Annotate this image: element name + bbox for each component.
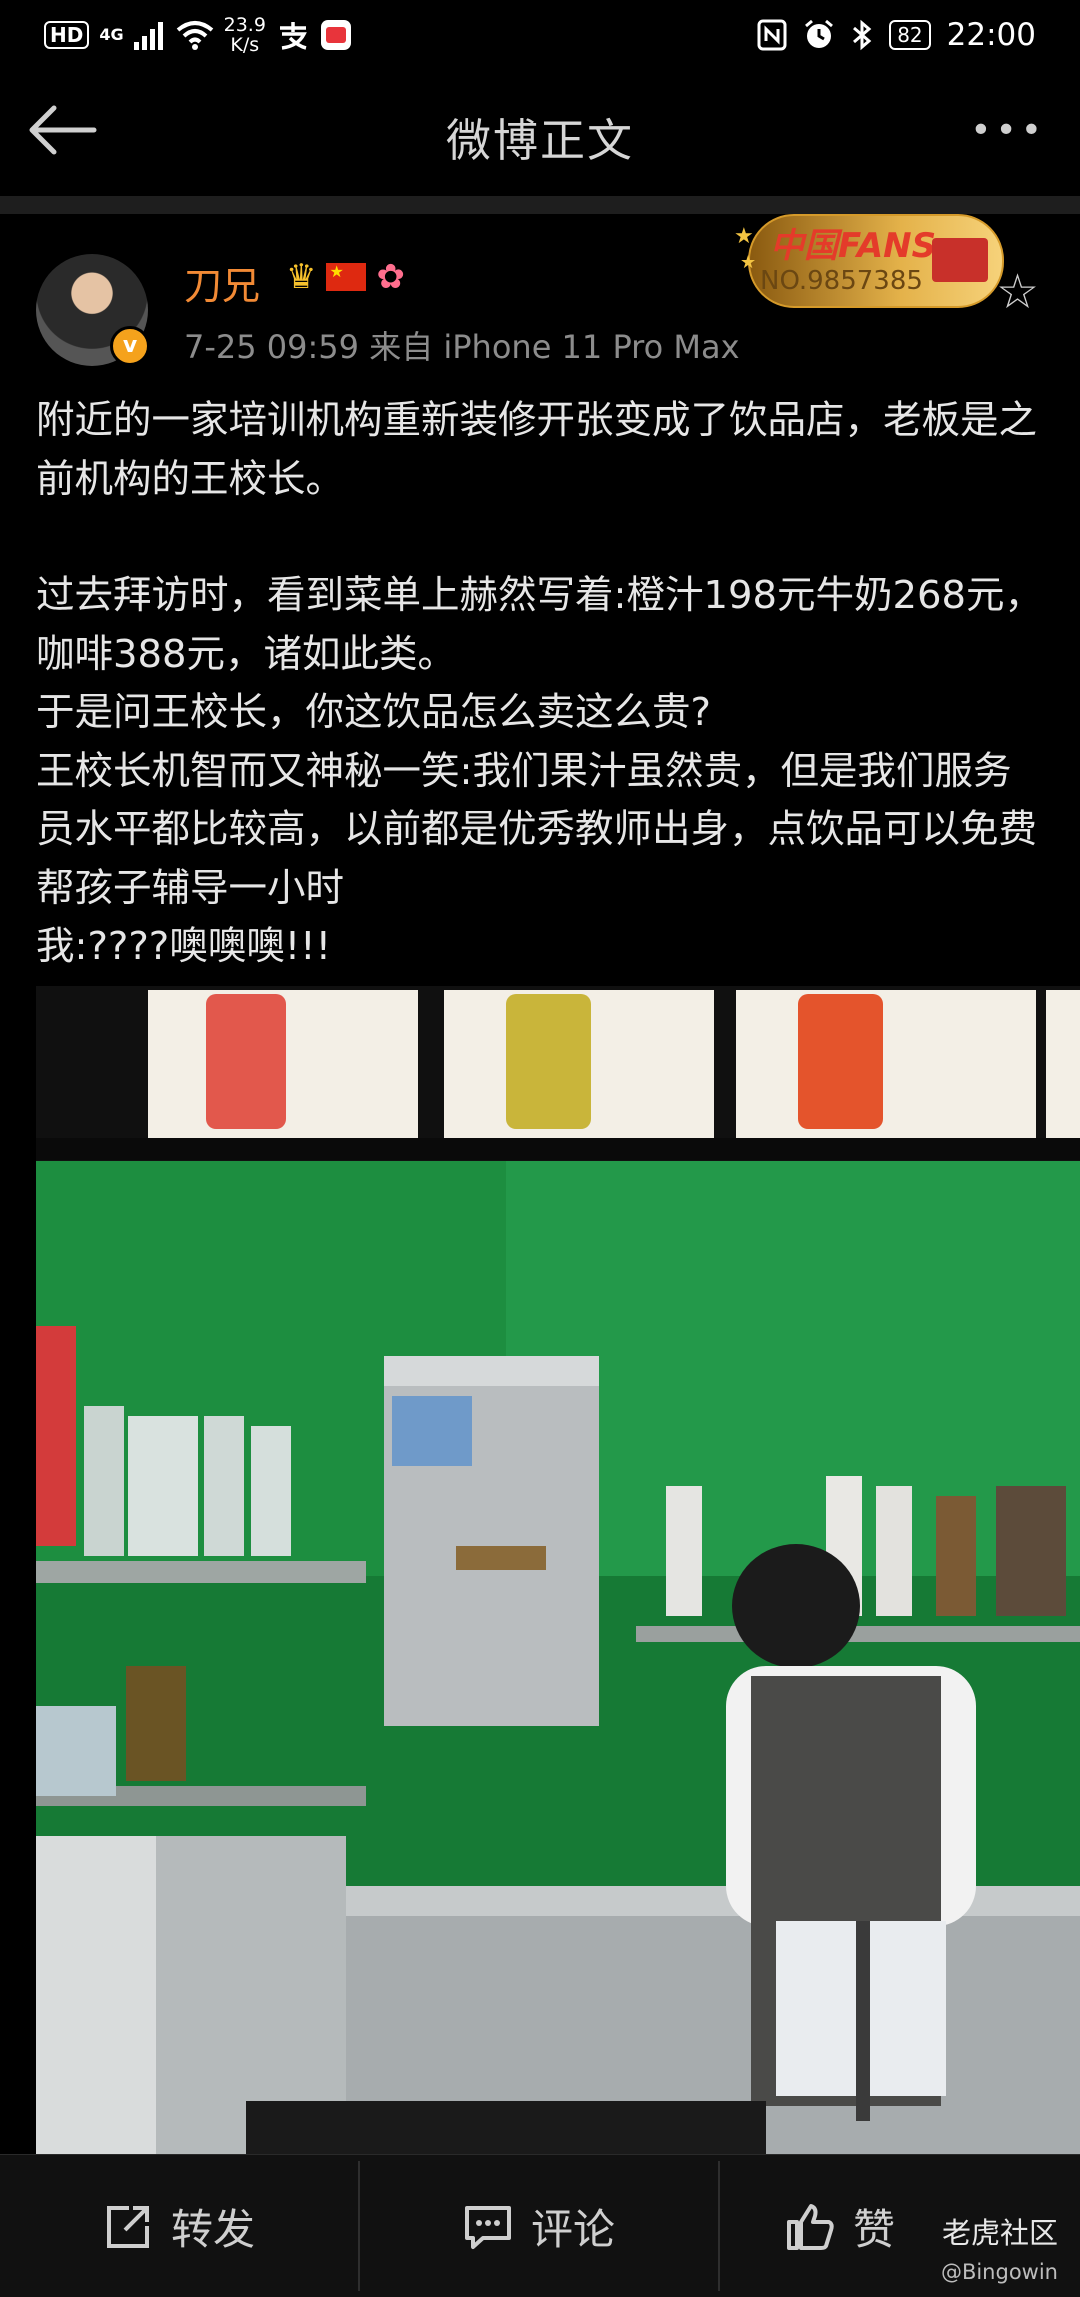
post-paragraph: 附近的一家培训机构重新装修开张变成了饮品店，老板是之前机构的王校长。	[36, 398, 1038, 502]
alarm-icon	[805, 19, 834, 48]
star-icon: ★	[734, 224, 754, 249]
fans-badge-title: 中国FANS	[770, 226, 937, 266]
bluetooth-icon	[853, 19, 872, 51]
post-meta: 7-25 09:59 来自 iPhone 11 Pro Max	[184, 328, 740, 366]
like-icon	[786, 2203, 834, 2250]
post-photo[interactable]	[36, 986, 1080, 2154]
crown-icon[interactable]: ♛	[286, 257, 316, 297]
user-badges: ♛ ★ ✿	[286, 257, 405, 297]
repost-button[interactable]: 转发	[0, 2155, 358, 2297]
wifi-icon	[176, 21, 213, 50]
clock: 22:00	[946, 17, 1036, 53]
network-label: 4G	[99, 25, 124, 44]
verified-icon: v	[110, 326, 150, 366]
nav-divider	[0, 196, 1080, 214]
like-button[interactable]: 赞	[720, 2155, 960, 2297]
watermark-user: @Bingowin	[940, 2260, 1058, 2284]
status-right: 82 22:00	[757, 12, 1036, 58]
post-paragraph: 于是问王校长，你这饮品怎么卖这么贵?	[36, 690, 711, 735]
username[interactable]: 刀兄	[184, 255, 260, 310]
repost-icon	[106, 2205, 149, 2248]
comment-label: 评论	[530, 2205, 615, 2254]
speed-unit: K/s	[230, 34, 260, 56]
post-paragraph: 过去拜访时，看到菜单上赫然写着:橙汁198元牛奶268元，咖啡388元，诸如此类…	[36, 573, 1043, 677]
speed-readout: 23.9 K/s	[224, 15, 266, 55]
post-paragraph: 我:????噢噢噢!!!	[36, 924, 332, 969]
post-body: 附近的一家培训机构重新装修开张变成了饮品店，老板是之前机构的王校长。 过去拜访时…	[36, 392, 1046, 977]
post-paragraph: 王校长机智而又神秘一笑:我们果汁虽然贵，但是我们服务员水平都比较高，以前都是优秀…	[36, 748, 1038, 911]
fans-badge-number: NO.9857385	[760, 266, 923, 296]
ribbon-icon[interactable]: ✿	[376, 257, 405, 297]
alipay-icon	[279, 22, 307, 50]
flag-icon[interactable]: ★	[326, 263, 367, 291]
more-icon[interactable]: •••	[970, 113, 1046, 149]
hd-icon: HD	[44, 21, 90, 49]
fans-badge[interactable]: ★ ★ 中国FANS NO.9857385	[734, 214, 1004, 308]
status-left: HD 4G 23.9 K/s	[44, 12, 352, 58]
nfc-icon	[757, 19, 787, 51]
star-icon: ★	[740, 252, 757, 273]
gate-icon	[932, 238, 988, 282]
page-title: 微博正文	[445, 114, 634, 167]
battery-indicator: 82	[889, 20, 931, 50]
app-notification-icon	[320, 20, 351, 50]
like-label: 赞	[852, 2205, 895, 2254]
comment-icon	[464, 2205, 511, 2249]
action-bar: 转发 评论 赞	[0, 2154, 1080, 2297]
watermark-site: 老虎社区	[941, 2216, 1058, 2250]
speed-value: 23.9	[223, 14, 266, 36]
repost-label: 转发	[170, 2205, 255, 2254]
comment-button[interactable]: 评论	[360, 2155, 718, 2297]
status-bar: HD 4G 23.9 K/s 82 22:00	[0, 0, 1080, 68]
follow-star-icon[interactable]: ☆	[996, 264, 1039, 320]
signal-icon	[133, 22, 163, 50]
nav-bar: 微博正文 •••	[0, 68, 1080, 196]
